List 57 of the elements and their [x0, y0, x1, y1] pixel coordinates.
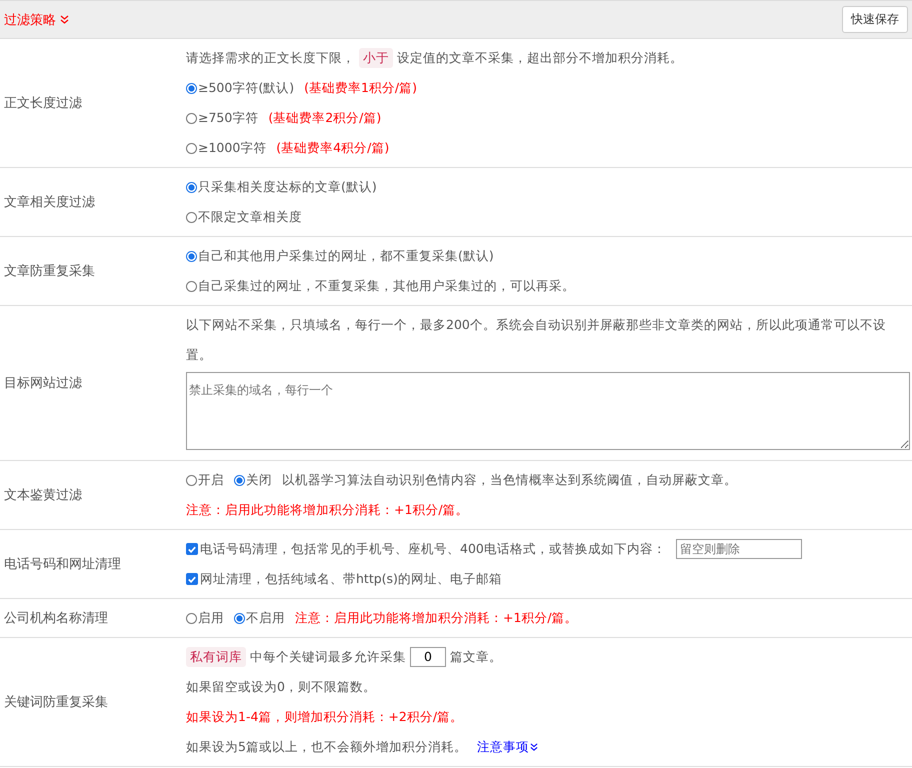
setting-label: 正文长度过滤	[3, 95, 83, 112]
warning-text: 注意：启用此功能将增加积分消耗：+1积分/篇。	[186, 501, 469, 519]
warning-text: (基础费率1积分/篇)	[304, 79, 418, 97]
radio-icon[interactable]	[186, 82, 197, 94]
checkbox-icon[interactable]	[186, 543, 198, 555]
radio-option[interactable]: ≥500字符(默认)	[186, 73, 294, 103]
radio-icon[interactable]	[186, 142, 197, 154]
setting-label: 关键词防重复采集	[3, 694, 109, 711]
setting-label: 目标网站过滤	[3, 375, 83, 392]
setting-label: 文章防重复采集	[3, 263, 96, 280]
keyword-tag: 小于	[359, 48, 393, 68]
radio-icon[interactable]	[186, 112, 197, 124]
radio-icon[interactable]	[186, 280, 197, 292]
radio-icon[interactable]	[186, 182, 197, 192]
radio-option[interactable]: 开启	[186, 465, 224, 495]
radio-icon[interactable]	[186, 250, 197, 262]
description-text: 中每个关键词最多允许采集	[250, 648, 406, 666]
keyword-tag: 私有词库	[186, 647, 246, 667]
description-text: 以机器学习算法自动识别色情内容，当色情概率达到系统阈值，自动屏蔽文章。	[282, 471, 737, 489]
radio-option[interactable]: 启用	[186, 603, 224, 633]
description-text: 篇文章。	[450, 648, 502, 666]
radio-option[interactable]: 不限定文章相关度	[186, 202, 302, 232]
radio-option[interactable]: ≥750字符	[186, 103, 258, 133]
description-text: 以下网站不采集，只填域名，每行一个，最多200个。系统会自动识别并屏蔽那些非文章类的网站，所以此项通常可以不设置。	[186, 316, 887, 364]
radio-icon[interactable]	[234, 474, 245, 486]
radio-option[interactable]: 自己采集过的网址，不重复采集，其他用户采集过的，可以再采。	[186, 271, 575, 301]
radio-option[interactable]: 关闭	[234, 465, 272, 495]
warning-text: (基础费率4积分/篇)	[276, 139, 390, 157]
radio-icon[interactable]	[186, 612, 197, 624]
radio-icon[interactable]	[186, 212, 197, 222]
setting-label: 文章相关度过滤	[3, 194, 96, 211]
notes-link[interactable]: 注意事项	[476, 732, 538, 762]
double-chevron-icon	[530, 743, 538, 751]
description-text: 如果设为5篇或以上，也不会额外增加积分消耗。	[186, 738, 467, 756]
description-text: 设定值的文章不采集，超出部分不增加积分消耗。	[397, 49, 683, 67]
description-text: 请选择需求的正文长度下限，	[186, 49, 355, 67]
radio-option[interactable]: 只采集相关度达标的文章(默认)	[186, 172, 377, 202]
count-input[interactable]: 0	[410, 647, 446, 667]
quick-save-button[interactable]: 快速保存	[842, 6, 908, 33]
radio-icon[interactable]	[234, 612, 245, 624]
radio-option[interactable]: 自己和其他用户采集过的网址，都不重复采集(默认)	[186, 241, 494, 271]
replacement-input[interactable]: 留空则删除	[676, 539, 802, 559]
description-text: 如果留空或设为0，则不限篇数。	[186, 678, 376, 696]
radio-option[interactable]: ≥1000字符	[186, 133, 266, 163]
double-chevron-icon	[60, 15, 69, 24]
domain-textarea[interactable]: 禁止采集的域名，每行一个	[186, 372, 910, 450]
setting-label: 公司机构名称清理	[3, 610, 109, 627]
setting-label: 电话号码和网址清理	[3, 556, 122, 573]
radio-icon[interactable]	[186, 474, 197, 486]
radio-option[interactable]: 不启用	[234, 603, 285, 633]
checkbox-icon[interactable]	[186, 573, 198, 585]
warning-text: 如果设为1-4篇，则增加积分消耗：+2积分/篇。	[186, 708, 464, 726]
warning-text: 注意：启用此功能将增加积分消耗：+1积分/篇。	[295, 609, 578, 627]
checkbox-option[interactable]: 网址清理，包括纯域名、带http(s)的网址、电子邮箱	[186, 564, 502, 594]
checkbox-option[interactable]: 电话号码清理，包括常见的手机号、座机号、400电话格式，或替换成如下内容：	[186, 534, 666, 564]
setting-label: 文本鉴黄过滤	[3, 487, 83, 504]
warning-text: (基础费率2积分/篇)	[268, 109, 382, 127]
